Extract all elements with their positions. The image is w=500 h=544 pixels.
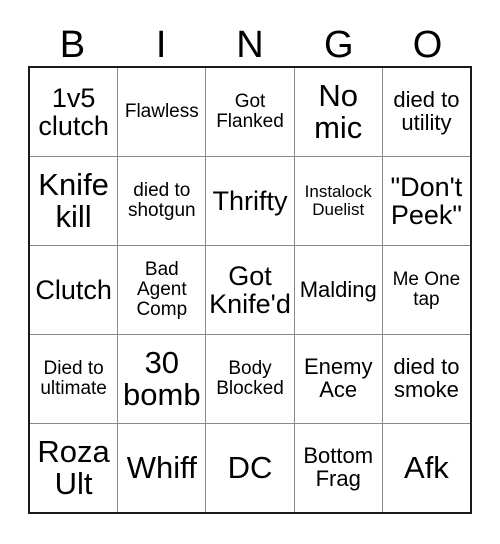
bingo-cell-label: Died to ultimate (40, 358, 107, 399)
bingo-cell[interactable]: Got Flanked (206, 68, 295, 156)
bingo-row: Roza Ult Whiff DC Bottom Frag Afk (30, 424, 470, 512)
bingo-cell[interactable]: Roza Ult (30, 424, 119, 512)
bingo-cell-label: died to utility (393, 87, 460, 135)
bingo-cell[interactable]: "Don't Peek" (383, 157, 470, 245)
bingo-cell-label: Bottom Frag (303, 443, 374, 491)
bingo-cell-label: Bad Agent Comp (136, 259, 188, 320)
header-letter: I (155, 24, 167, 66)
bingo-cell[interactable]: Enemy Ace (295, 335, 383, 423)
bingo-cell[interactable]: Afk (383, 424, 470, 512)
bingo-header-letter-n: N (206, 12, 295, 66)
bingo-cell[interactable]: Malding (295, 246, 383, 334)
bingo-header-letter-o: O (383, 12, 472, 66)
bingo-cell[interactable]: Knife kill (30, 157, 119, 245)
bingo-header-letter-g: G (294, 12, 383, 66)
bingo-cell[interactable]: Bad Agent Comp (118, 246, 207, 334)
bingo-cell-label: Body Blocked (216, 358, 284, 399)
bingo-cell-label: Malding (299, 276, 377, 302)
bingo-cell-label: "Don't Peek" (390, 171, 463, 230)
bingo-header-letter-i: I (117, 12, 206, 66)
bingo-cell[interactable]: Whiff (118, 424, 207, 512)
bingo-cell-label: DC (227, 449, 273, 485)
bingo-header-row: B I N G O (28, 12, 472, 66)
bingo-row: Died to ultimate 30 bomb Body Blocked En… (30, 335, 470, 424)
bingo-cell-label: 1v5 clutch (38, 82, 109, 141)
bingo-cell[interactable]: DC (206, 424, 295, 512)
bingo-cell[interactable]: Got Knife'd (206, 246, 295, 334)
bingo-cell-label: Knife kill (38, 166, 109, 234)
bingo-cell-label: Roza Ult (37, 433, 110, 501)
bingo-cell-label: Me One tap (392, 269, 461, 310)
bingo-cell-label: 30 bomb (123, 344, 201, 412)
bingo-cell[interactable]: died to utility (383, 68, 470, 156)
bingo-cell[interactable]: 1v5 clutch (30, 68, 119, 156)
bingo-row: Clutch Bad Agent Comp Got Knife'd Maldin… (30, 246, 470, 335)
bingo-cell-label: Afk (404, 449, 449, 485)
bingo-cell[interactable]: Bottom Frag (295, 424, 383, 512)
bingo-row: 1v5 clutch Flawless Got Flanked No mic d… (30, 68, 470, 157)
bingo-cell-label: Instalock Duelist (304, 182, 372, 219)
bingo-cell-label: died to shotgun (127, 180, 196, 221)
bingo-cell[interactable]: 30 bomb (118, 335, 207, 423)
header-letter: O (412, 24, 443, 66)
bingo-cell-label: Whiff (126, 449, 197, 485)
bingo-cell-label: Thrifty (212, 185, 288, 216)
bingo-row: Knife kill died to shotgun Thrifty Insta… (30, 157, 470, 246)
header-letter: G (324, 24, 354, 66)
bingo-cell-label: Enemy Ace (303, 354, 373, 402)
bingo-cell[interactable]: Instalock Duelist (295, 157, 383, 245)
bingo-cell-label: Clutch (35, 274, 112, 305)
bingo-cell[interactable]: Flawless (118, 68, 207, 156)
bingo-cell-label: Got Flanked (216, 91, 284, 132)
bingo-cell[interactable]: No mic (295, 68, 383, 156)
bingo-cell[interactable]: died to shotgun (118, 157, 207, 245)
bingo-cell-label: Flawless (124, 101, 199, 123)
header-letter: N (236, 24, 264, 66)
bingo-cell-label: died to smoke (393, 354, 460, 402)
bingo-cell[interactable]: Clutch (30, 246, 119, 334)
bingo-cell[interactable]: Thrifty (206, 157, 295, 245)
bingo-cell-label: Got Knife'd (209, 260, 291, 319)
bingo-cell[interactable]: Died to ultimate (30, 335, 119, 423)
bingo-cell[interactable]: died to smoke (383, 335, 470, 423)
bingo-cell[interactable]: Me One tap (383, 246, 470, 334)
bingo-header-letter-b: B (28, 12, 117, 66)
bingo-grid: 1v5 clutch Flawless Got Flanked No mic d… (28, 66, 472, 514)
bingo-cell[interactable]: Body Blocked (206, 335, 295, 423)
bingo-cell-label: No mic (314, 77, 363, 145)
header-letter: B (59, 24, 86, 66)
bingo-card: B I N G O 1v5 clutch Flawless Got Flanke… (28, 12, 472, 514)
